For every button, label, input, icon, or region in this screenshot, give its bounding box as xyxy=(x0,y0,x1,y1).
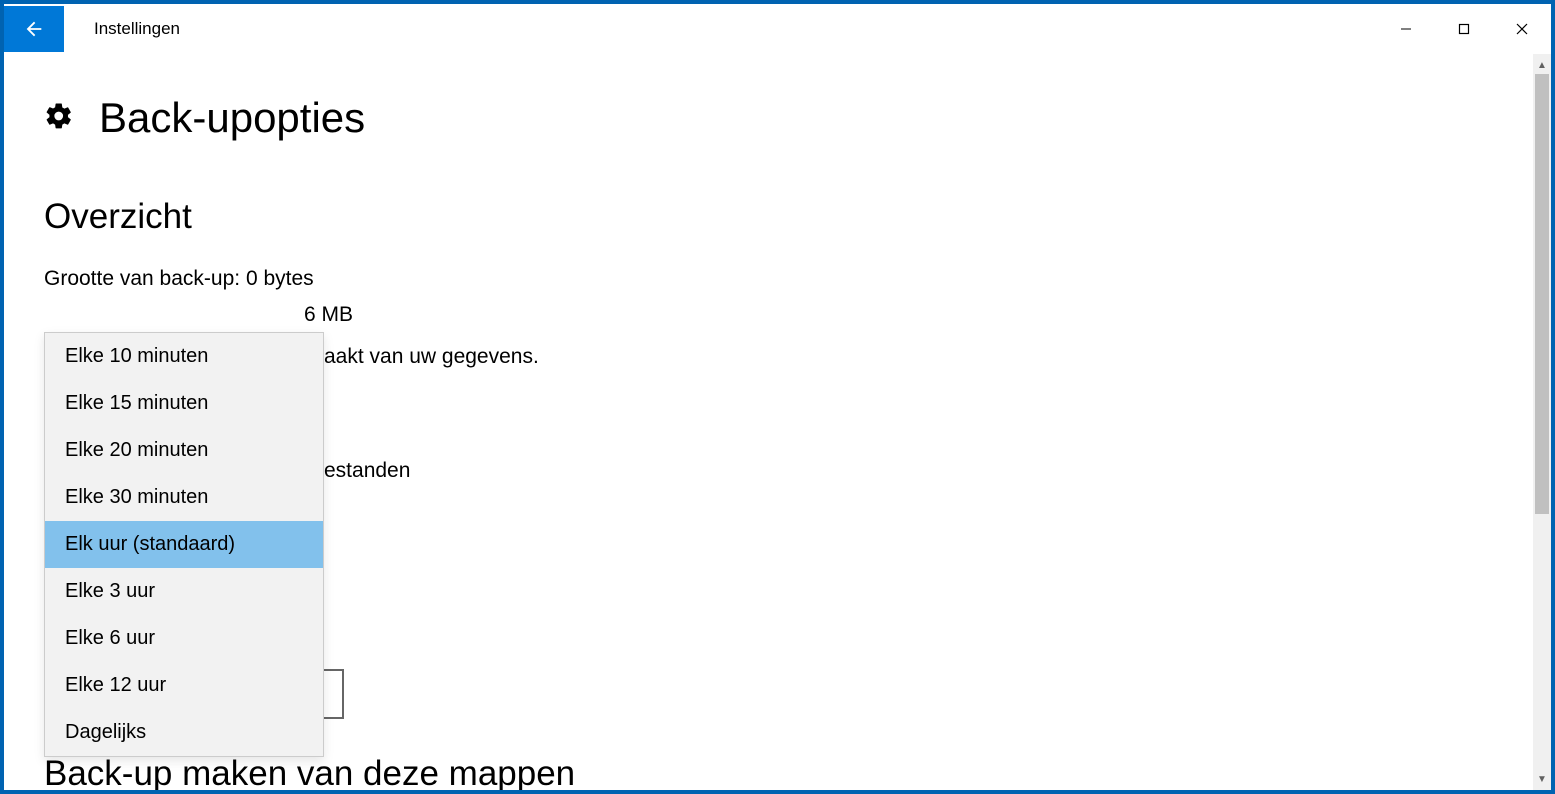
dropdown-item[interactable]: Dagelijks xyxy=(45,709,323,756)
maximize-icon xyxy=(1458,23,1470,35)
dropdown-item[interactable]: Elke 3 uur xyxy=(45,568,323,615)
frequency-dropdown[interactable]: Elke 10 minuten Elke 15 minuten Elke 20 … xyxy=(44,332,324,757)
window-title: Instellingen xyxy=(94,19,180,39)
scroll-thumb[interactable] xyxy=(1535,74,1549,514)
close-button[interactable] xyxy=(1493,4,1551,54)
content-area: Back-upopties Overzicht Grootte van back… xyxy=(4,54,1551,790)
overview-heading: Overzicht xyxy=(44,197,1511,237)
arrow-left-icon xyxy=(23,18,45,40)
page-title: Back-upopties xyxy=(99,94,365,142)
window-controls xyxy=(1377,4,1551,54)
dropdown-item-selected[interactable]: Elk uur (standaard) xyxy=(45,521,323,568)
dropdown-item[interactable]: Elke 12 uur xyxy=(45,662,323,709)
maximize-button[interactable] xyxy=(1435,4,1493,54)
back-button[interactable] xyxy=(4,6,64,52)
minimize-icon xyxy=(1400,23,1412,35)
dropdown-item[interactable]: Elke 6 uur xyxy=(45,615,323,662)
dropdown-item[interactable]: Elke 30 minuten xyxy=(45,474,323,521)
dropdown-item[interactable]: Elke 15 minuten xyxy=(45,380,323,427)
scroll-down-icon[interactable]: ▼ xyxy=(1533,770,1551,788)
gear-icon xyxy=(44,101,74,136)
close-icon xyxy=(1516,23,1528,35)
titlebar: Instellingen xyxy=(4,4,1551,54)
storage-line-partial: 6 MB xyxy=(44,303,1511,327)
vertical-scrollbar[interactable]: ▲ ▼ xyxy=(1533,54,1551,790)
scroll-up-icon[interactable]: ▲ xyxy=(1533,56,1551,74)
page-header: Back-upopties xyxy=(44,94,1511,142)
folders-heading: Back-up maken van deze mappen xyxy=(44,754,575,790)
minimize-button[interactable] xyxy=(1377,4,1435,54)
backup-size-text: Grootte van back-up: 0 bytes xyxy=(44,267,1511,291)
dropdown-item[interactable]: Elke 20 minuten xyxy=(45,427,323,474)
dropdown-item[interactable]: Elke 10 minuten xyxy=(45,333,323,380)
dropdown-box-edge xyxy=(324,669,344,719)
